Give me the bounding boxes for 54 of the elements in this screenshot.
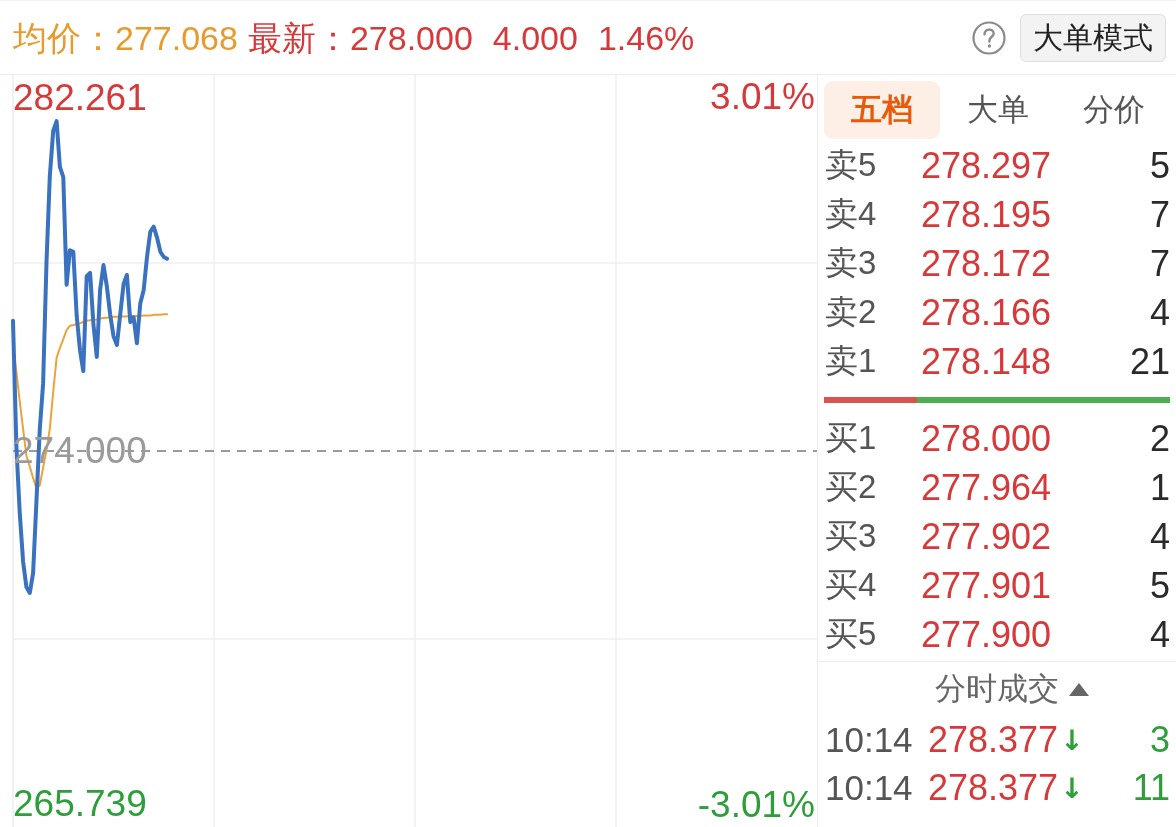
ask-level: 卖2 xyxy=(825,292,878,332)
price-axis-label: 265.739 xyxy=(13,781,147,826)
price-change: 4.000 xyxy=(492,17,578,58)
bid-volume: 2 xyxy=(1148,417,1170,460)
ask-price: 278.297 xyxy=(921,144,1052,187)
average-price-label: 均价： xyxy=(13,17,115,58)
ask-level: 卖4 xyxy=(825,194,878,234)
ask-price: 278.195 xyxy=(921,193,1052,236)
ask-price: 278.148 xyxy=(921,340,1052,383)
bid-level: 买4 xyxy=(825,565,878,605)
latest-price-label: 最新： xyxy=(247,17,350,58)
percent-axis-label: 3.01% xyxy=(710,75,815,120)
trades-toggle[interactable]: 分时成交 xyxy=(905,668,1089,710)
bid-price: 278.000 xyxy=(921,417,1052,460)
ask-level: 卖3 xyxy=(825,243,878,283)
big-order-mode-button[interactable]: 大单模式 xyxy=(1020,13,1166,62)
percent-axis-label: -3.01% xyxy=(697,782,815,827)
trade-price: 278.377 xyxy=(928,767,1059,809)
ask-volume: 21 xyxy=(1128,340,1170,383)
trade-direction-arrow: ↓ xyxy=(1060,723,1084,757)
bid-level: 买3 xyxy=(825,516,878,556)
ask-volume: 5 xyxy=(1148,144,1170,187)
trade-time: 10:14 xyxy=(825,720,914,760)
ask-volume: 4 xyxy=(1148,291,1170,334)
trade-volume: 3 xyxy=(1148,719,1170,761)
trade-time: 10:14 xyxy=(825,768,914,808)
trade-direction-arrow: ↓ xyxy=(1060,771,1084,805)
bid-level: 买2 xyxy=(825,467,878,507)
percent-change: 1.46% xyxy=(597,17,695,58)
order-book-tab[interactable]: 分价 xyxy=(1056,81,1172,139)
price-axis-label: 282.261 xyxy=(13,76,147,120)
bid-price: 277.901 xyxy=(921,564,1052,607)
trade-price: 278.377 xyxy=(928,719,1059,761)
bid-volume: 4 xyxy=(1148,613,1170,656)
bid-level: 买5 xyxy=(825,614,878,654)
bid-volume: 4 xyxy=(1148,515,1170,558)
help-icon[interactable] xyxy=(972,20,1006,55)
ask-level: 卖5 xyxy=(825,145,878,185)
latest-price-value: 278.000 xyxy=(349,17,473,58)
ask-price: 278.166 xyxy=(921,291,1052,334)
bid-price: 277.902 xyxy=(921,515,1052,558)
ask-volume: 7 xyxy=(1148,193,1170,236)
bid-volume: 5 xyxy=(1148,564,1170,607)
trade-volume: 11 xyxy=(1131,767,1170,809)
ask-volume: 7 xyxy=(1148,242,1170,285)
average-price-value: 277.068 xyxy=(115,17,238,58)
bid-level: 买1 xyxy=(825,418,878,458)
bid-price: 277.900 xyxy=(921,613,1052,656)
bid-price: 277.964 xyxy=(921,466,1052,509)
ask-price: 278.172 xyxy=(921,242,1052,285)
bid-volume: 1 xyxy=(1148,466,1170,509)
caret-up-icon xyxy=(1069,682,1089,696)
ask-level: 卖1 xyxy=(825,341,878,381)
order-book-tab[interactable]: 大单 xyxy=(940,81,1056,139)
